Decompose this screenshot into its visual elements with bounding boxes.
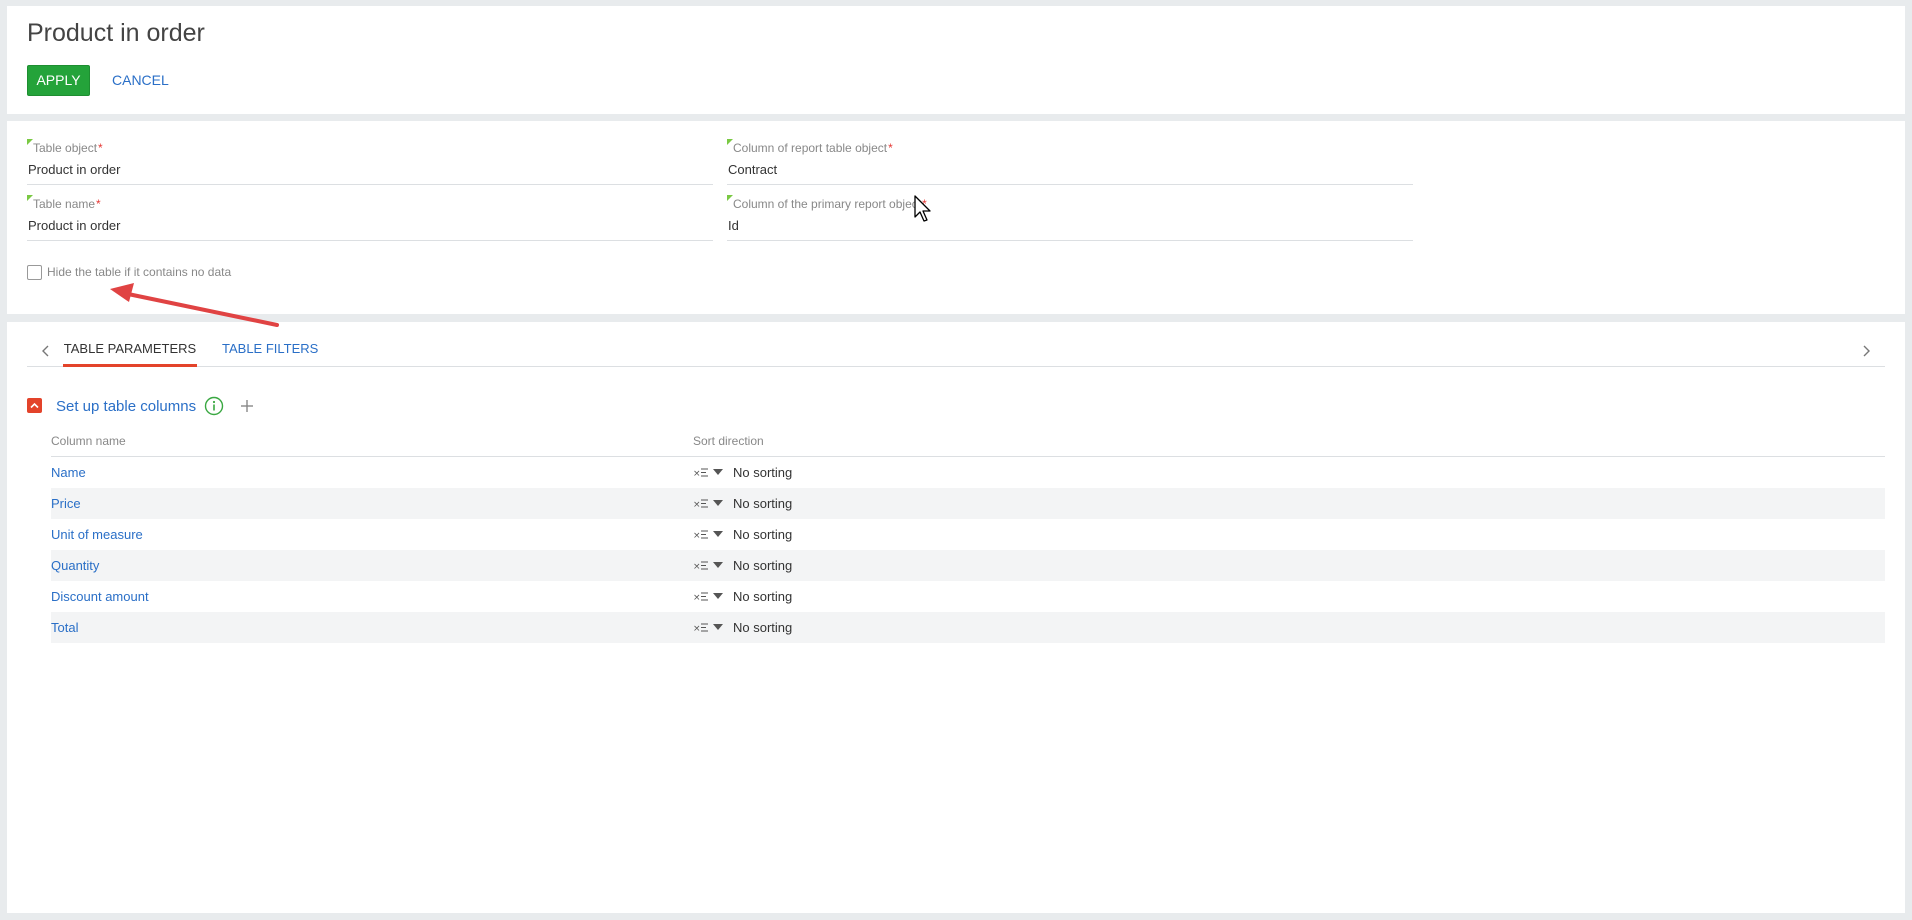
primary-report-column-input[interactable]: Id xyxy=(727,215,1413,241)
report-table-column-input[interactable]: Contract xyxy=(727,159,1413,185)
columns-table: Name × No sorting Price × No sorting Uni… xyxy=(51,457,1885,643)
table-row: Total × No sorting xyxy=(51,612,1885,643)
sort-none-icon: × xyxy=(693,468,708,479)
svg-text:×: × xyxy=(693,562,701,572)
svg-text:×: × xyxy=(693,531,701,541)
primary-report-column-field: Column of the primary report object* Id xyxy=(727,195,1413,245)
sort-direction-value[interactable]: No sorting xyxy=(733,589,792,604)
tab-table-filters[interactable]: TABLE FILTERS xyxy=(222,335,318,367)
field-label: Column of report table object* xyxy=(733,141,893,155)
tab-bar: TABLE PARAMETERS TABLE FILTERS xyxy=(27,335,1885,367)
plus-icon[interactable] xyxy=(239,398,255,414)
table-row: Price × No sorting xyxy=(51,488,1885,519)
column-name-link[interactable]: Total xyxy=(51,620,78,635)
group-title[interactable]: Set up table columns xyxy=(56,398,196,415)
field-label: Table name* xyxy=(33,197,101,211)
cancel-button[interactable]: CANCEL xyxy=(112,65,169,96)
table-object-field: Table object* Product in order xyxy=(27,139,713,189)
svg-text:×: × xyxy=(693,593,701,603)
tab-table-parameters[interactable]: TABLE PARAMETERS xyxy=(63,335,197,367)
svg-text:×: × xyxy=(693,500,701,510)
table-name-field: Table name* Product in order xyxy=(27,195,713,245)
sort-direction-value[interactable]: No sorting xyxy=(733,496,792,511)
table-row: Name × No sorting xyxy=(51,457,1885,488)
sort-direction-value[interactable]: No sorting xyxy=(733,558,792,573)
column-name-link[interactable]: Price xyxy=(51,496,81,511)
dropdown-arrow-icon[interactable] xyxy=(713,531,723,538)
sort-none-icon: × xyxy=(693,623,708,634)
dropdown-arrow-icon[interactable] xyxy=(713,469,723,476)
sort-direction-value[interactable]: No sorting xyxy=(733,465,792,480)
field-label: Table object* xyxy=(33,141,103,155)
hide-table-checkbox[interactable] xyxy=(27,265,42,280)
dropdown-arrow-icon[interactable] xyxy=(713,624,723,631)
table-name-input[interactable]: Product in order xyxy=(27,215,713,241)
sort-none-icon: × xyxy=(693,530,708,541)
report-table-column-field: Column of report table object* Contract xyxy=(727,139,1413,189)
tabs-panel: TABLE PARAMETERS TABLE FILTERS Set up ta… xyxy=(7,322,1905,913)
chevron-left-icon[interactable] xyxy=(39,343,53,359)
collapse-icon[interactable] xyxy=(27,398,42,413)
apply-button[interactable]: APPLY xyxy=(27,65,90,96)
dropdown-arrow-icon[interactable] xyxy=(713,593,723,600)
svg-text:×: × xyxy=(693,624,701,634)
page-title: Product in order xyxy=(27,19,205,47)
svg-text:×: × xyxy=(693,469,701,479)
column-name-link[interactable]: Unit of measure xyxy=(51,527,143,542)
column-name-link[interactable]: Quantity xyxy=(51,558,99,573)
column-name-link[interactable]: Discount amount xyxy=(51,589,149,604)
field-label: Column of the primary report object* xyxy=(733,197,927,211)
dropdown-arrow-icon[interactable] xyxy=(713,500,723,507)
table-row: Discount amount × No sorting xyxy=(51,581,1885,612)
table-object-input[interactable]: Product in order xyxy=(27,159,713,185)
sort-direction-value[interactable]: No sorting xyxy=(733,527,792,542)
dropdown-arrow-icon[interactable] xyxy=(713,562,723,569)
form-panel: Table object* Product in order Table nam… xyxy=(7,121,1905,314)
sort-none-icon: × xyxy=(693,499,708,510)
table-row: Unit of measure × No sorting xyxy=(51,519,1885,550)
header-panel: Product in order APPLY CANCEL xyxy=(7,6,1905,114)
info-circle-icon[interactable] xyxy=(204,396,224,416)
chevron-right-icon[interactable] xyxy=(1859,343,1873,359)
column-name-link[interactable]: Name xyxy=(51,465,86,480)
column-header-sort: Sort direction xyxy=(693,434,764,448)
column-header-name: Column name xyxy=(51,434,126,448)
sort-none-icon: × xyxy=(693,561,708,572)
sort-none-icon: × xyxy=(693,592,708,603)
table-row: Quantity × No sorting xyxy=(51,550,1885,581)
sort-direction-value[interactable]: No sorting xyxy=(733,620,792,635)
hide-table-checkbox-label: Hide the table if it contains no data xyxy=(47,265,232,279)
